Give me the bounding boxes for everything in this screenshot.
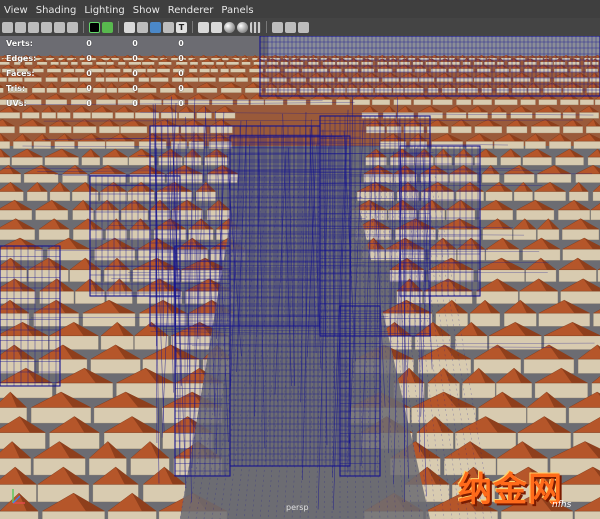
camera-label: persp [286, 503, 309, 512]
hud-value: 0 [178, 54, 184, 63]
menu-shading[interactable]: Shading [36, 5, 83, 16]
cube-icon[interactable] [224, 21, 235, 33]
select-icon[interactable] [2, 21, 13, 33]
hud-value: 0 [86, 39, 92, 48]
frame-selected-icon[interactable] [137, 21, 148, 33]
toolbar-separator [192, 21, 193, 33]
lights-icon[interactable] [198, 21, 209, 33]
hud-value: 0 [132, 39, 138, 48]
camera-icon[interactable] [89, 21, 100, 33]
menu-show[interactable]: Show [133, 5, 166, 16]
frame-all-icon[interactable] [124, 21, 135, 33]
bookmark-icon[interactable] [102, 21, 113, 33]
hud-row: Faces: 0 0 0 [6, 66, 204, 81]
lasso-icon[interactable] [15, 21, 26, 33]
hud-value: 0 [178, 69, 184, 78]
watermark-text: 纳金网 [458, 470, 563, 510]
rotate-icon[interactable] [54, 21, 65, 33]
hud-label: UVs: [6, 99, 27, 108]
shadow-icon[interactable] [285, 21, 296, 33]
menu-view[interactable]: View [4, 5, 34, 16]
hud-row: Edges: 0 0 0 [6, 51, 204, 66]
scale-icon[interactable] [67, 21, 78, 33]
hud-value: 0 [178, 99, 184, 108]
grid-icon[interactable] [272, 21, 283, 33]
text-icon[interactable] [211, 21, 222, 33]
menu-bar: View Shading Lighting Show Renderer Panels [0, 0, 600, 20]
toolbar-separator [266, 21, 267, 33]
hud-row: Tris: 0 0 0 [6, 81, 204, 96]
hud-value: 0 [86, 99, 92, 108]
hud-value: 0 [86, 69, 92, 78]
watermark-subtext: nfhs [552, 500, 572, 510]
menu-lighting[interactable]: Lighting [84, 5, 130, 16]
hud-row: Verts: 0 0 0 [6, 36, 204, 51]
hud-value: 0 [178, 39, 184, 48]
hud-row: UVs: 0 0 0 [6, 96, 204, 111]
hud-label: Verts: [6, 39, 33, 48]
move-icon[interactable] [41, 21, 52, 33]
ball-icon[interactable] [250, 21, 261, 33]
hud-label: Edges: [6, 54, 37, 63]
hud-stats: Verts: 0 0 0 Edges: 0 0 0 Faces: 0 0 0 Tris: 0 0 0 UVs: 0… [6, 36, 204, 111]
hud-value: 0 [178, 84, 184, 93]
paint-icon[interactable] [28, 21, 39, 33]
perspective-viewport[interactable]: Verts: 0 0 0 Edges: 0 0 0 Faces: 0 0 0 Tris: 0 0 0 UVs: 0… [0, 36, 600, 519]
menu-renderer[interactable]: Renderer [168, 5, 220, 16]
toolbar-separator [118, 21, 119, 33]
hud-value: 0 [132, 69, 138, 78]
isolate-icon[interactable] [298, 21, 309, 33]
menu-panels[interactable]: Panels [221, 5, 259, 16]
hud-value: 0 [86, 54, 92, 63]
hud-value: 0 [132, 84, 138, 93]
axis-gizmo-icon [12, 489, 25, 504]
smooth-shade-icon[interactable] [163, 21, 174, 33]
hud-label: Faces: [6, 69, 35, 78]
sphere-icon[interactable] [237, 21, 248, 33]
hud-value: 0 [86, 84, 92, 93]
hud-value: 0 [132, 99, 138, 108]
hud-label: Tris: [6, 84, 26, 93]
wireframe-icon[interactable] [150, 21, 161, 33]
texture-icon[interactable]: T [176, 21, 187, 33]
viewport-toolbar: T [0, 18, 600, 36]
toolbar-separator [83, 21, 84, 33]
watermark-logo: 纳金网 nfhs [458, 460, 598, 515]
hud-value: 0 [132, 54, 138, 63]
